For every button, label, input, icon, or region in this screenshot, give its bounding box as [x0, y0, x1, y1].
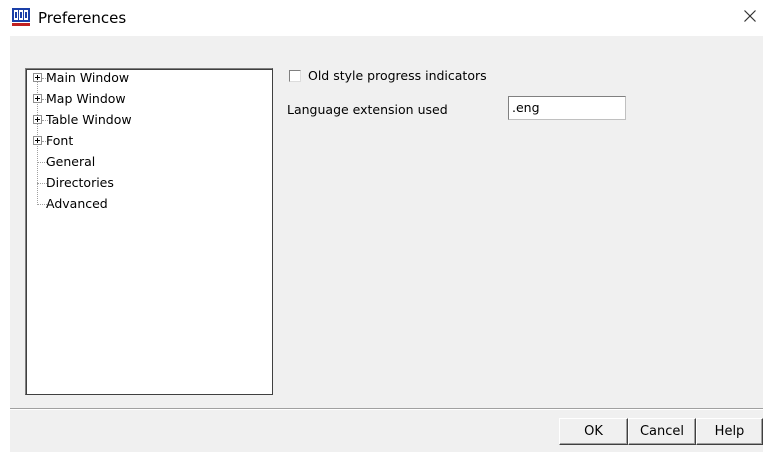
help-button[interactable]: Help	[696, 418, 763, 445]
close-button[interactable]	[738, 4, 762, 30]
tree-item-label: Advanced	[46, 196, 108, 211]
close-icon	[744, 9, 756, 25]
dialog-body: Main Window Map Window Table Window Font…	[10, 36, 763, 452]
tree-item-label: General	[46, 154, 96, 169]
window-title: Preferences	[38, 9, 127, 27]
preferences-tree[interactable]: Main Window Map Window Table Window Font…	[25, 68, 273, 395]
language-extension-input[interactable]: .eng	[508, 96, 626, 120]
expand-plus-icon[interactable]	[33, 136, 42, 145]
tree-item-label: Main Window	[46, 70, 130, 85]
progress-indicators-checkbox[interactable]	[289, 70, 301, 82]
dialog-separator	[10, 408, 763, 410]
expand-plus-icon[interactable]	[33, 94, 42, 103]
tree-item-label: Table Window	[46, 112, 132, 127]
tree-item-label: Directories	[46, 175, 114, 190]
ok-button[interactable]: OK	[559, 418, 628, 445]
progress-indicators-label[interactable]: Old style progress indicators	[308, 68, 487, 83]
expand-plus-icon[interactable]	[33, 115, 42, 124]
cancel-button[interactable]: Cancel	[628, 418, 696, 445]
language-extension-label: Language extension used	[287, 102, 448, 117]
app-icon	[12, 8, 30, 26]
expand-plus-icon[interactable]	[33, 73, 42, 82]
tree-item-label: Map Window	[46, 91, 126, 106]
title-bar: Preferences	[0, 0, 763, 36]
tree-item-label: Font	[46, 133, 74, 148]
